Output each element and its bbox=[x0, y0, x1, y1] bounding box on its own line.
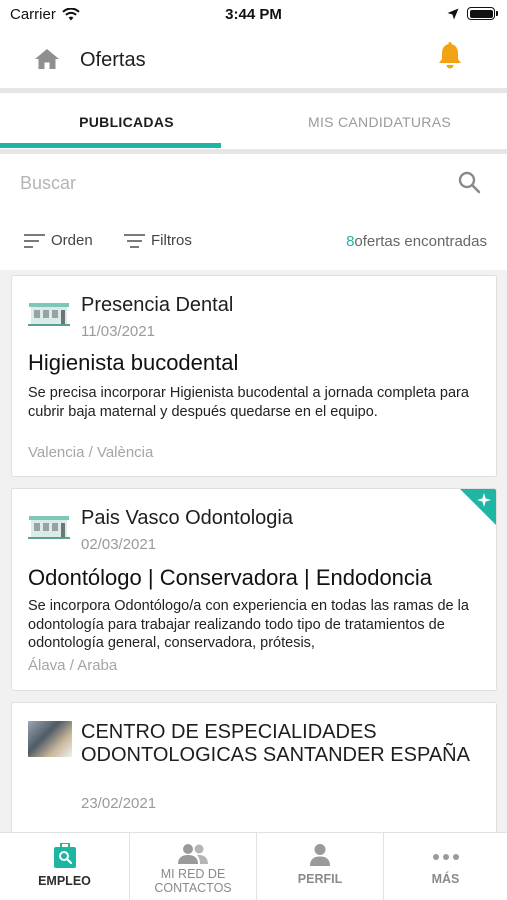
clinic-building-icon bbox=[28, 516, 70, 539]
company-name: CENTRO DE ESPECIALIDADES ODONTOLOGICAS S… bbox=[81, 721, 470, 766]
company-name: Pais Vasco Odontologia bbox=[81, 507, 293, 529]
tab-label: EMPLEO bbox=[38, 874, 91, 888]
offer-location: Álava / Araba bbox=[28, 657, 118, 674]
clinic-building-icon bbox=[28, 303, 70, 326]
app-header: Ofertas bbox=[0, 30, 507, 88]
tab-mas[interactable]: MÁS bbox=[383, 833, 507, 900]
clock: 3:44 PM bbox=[225, 6, 282, 23]
bell-icon[interactable] bbox=[437, 42, 463, 70]
offer-date: 02/03/2021 bbox=[81, 536, 157, 553]
bottom-tab-bar: EMPLEO MI RED DE CONTACTOS PERFIL MÁS bbox=[0, 832, 507, 900]
offer-description: Se precisa incorporar Higienista bucoden… bbox=[28, 385, 469, 420]
offer-card[interactable]: CENTRO DE ESPECIALIDADES ODONTOLOGICAS S… bbox=[11, 702, 497, 832]
company-name: Presencia Dental bbox=[81, 294, 234, 316]
results-text: ofertas encontradas bbox=[354, 233, 487, 250]
sort-icon bbox=[24, 233, 45, 248]
sort-button[interactable]: Orden bbox=[24, 232, 93, 249]
sort-label: Orden bbox=[51, 232, 93, 249]
status-bar: Carrier 3:44 PM bbox=[0, 0, 507, 30]
tab-empleo[interactable]: EMPLEO bbox=[0, 833, 129, 900]
search-filter-panel: Orden Filtros 8ofertas encontradas bbox=[0, 154, 507, 270]
page-title: Ofertas bbox=[80, 49, 146, 71]
filters-label: Filtros bbox=[151, 232, 192, 249]
job-search-icon bbox=[53, 843, 76, 868]
tab-publicadas[interactable]: PUBLICADAS bbox=[0, 93, 253, 149]
offer-card[interactable]: Presencia Dental 11/03/2021 Higienista b… bbox=[11, 275, 497, 477]
offer-location: Valencia / València bbox=[28, 444, 154, 461]
filters-button[interactable]: Filtros bbox=[124, 232, 192, 249]
profile-icon bbox=[310, 844, 330, 866]
location-arrow-icon bbox=[447, 8, 459, 19]
offer-title: Odontólogo | Conservadora | Endodoncia bbox=[28, 565, 433, 590]
battery-icon bbox=[467, 7, 498, 20]
tab-perfil[interactable]: PERFIL bbox=[256, 833, 383, 900]
filter-icon bbox=[124, 233, 145, 248]
tab-label: MI RED DE CONTACTOS bbox=[154, 867, 232, 895]
offer-date: 11/03/2021 bbox=[81, 323, 155, 340]
home-icon[interactable] bbox=[34, 48, 60, 70]
contacts-icon bbox=[178, 844, 208, 864]
more-icon bbox=[432, 854, 459, 860]
results-summary: 8ofertas encontradas bbox=[346, 233, 487, 250]
clinic-photo bbox=[28, 721, 72, 757]
search-icon[interactable] bbox=[457, 170, 481, 194]
offers-list: Presencia Dental 11/03/2021 Higienista b… bbox=[0, 270, 507, 832]
offer-title: Higienista bucodental bbox=[28, 350, 239, 375]
tab-bar-top: PUBLICADAS MIS CANDIDATURAS bbox=[0, 93, 507, 149]
tab-label: MÁS bbox=[431, 872, 460, 886]
offer-description: Se incorpora Odontólogo/a con experienci… bbox=[28, 598, 469, 651]
active-tab-indicator bbox=[0, 143, 221, 148]
tab-contactos[interactable]: MI RED DE CONTACTOS bbox=[129, 833, 256, 900]
tab-label: PERFIL bbox=[297, 872, 343, 886]
offer-date: 23/02/2021 bbox=[81, 795, 157, 812]
tab-mis-candidaturas[interactable]: MIS CANDIDATURAS bbox=[253, 93, 506, 149]
offer-card[interactable]: Pais Vasco Odontologia 02/03/2021 Odontó… bbox=[11, 488, 497, 691]
search-input[interactable] bbox=[20, 168, 440, 198]
